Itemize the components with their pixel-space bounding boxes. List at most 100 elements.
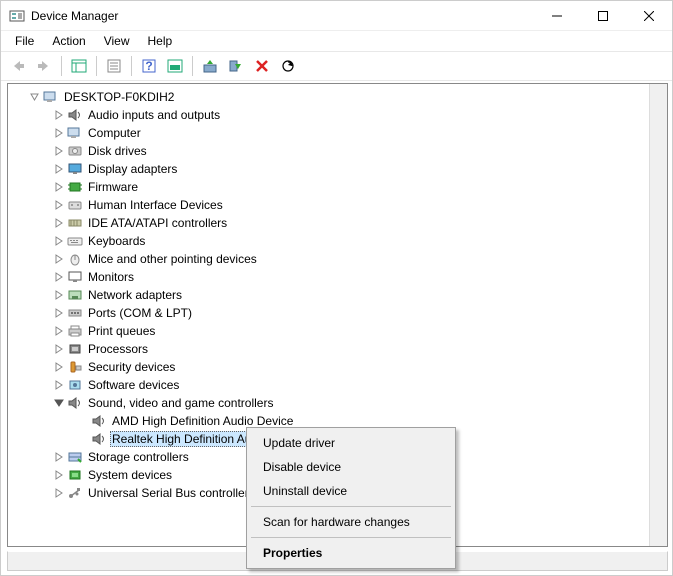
menu-file[interactable]: File: [7, 32, 42, 50]
tree-category[interactable]: Network adapters: [12, 286, 667, 304]
ctx-scan-hardware[interactable]: Scan for hardware changes: [249, 510, 453, 534]
cpu-icon: [66, 341, 84, 357]
hid-icon: [66, 197, 84, 213]
show-hide-icon[interactable]: [67, 54, 91, 78]
tree-category[interactable]: Software devices: [12, 376, 667, 394]
port-icon: [66, 305, 84, 321]
printer-icon: [66, 323, 84, 339]
close-button[interactable]: [626, 1, 672, 31]
forward-button[interactable]: [32, 54, 56, 78]
tree-category[interactable]: Disk drives: [12, 142, 667, 160]
tree-category-sound[interactable]: Sound, video and game controllers: [12, 394, 667, 412]
expand-icon[interactable]: [52, 450, 66, 464]
tree-category[interactable]: Audio inputs and outputs: [12, 106, 667, 124]
window-title: Device Manager: [31, 9, 534, 23]
expand-icon[interactable]: [52, 162, 66, 176]
expand-icon[interactable]: [52, 306, 66, 320]
software-icon: [66, 377, 84, 393]
expand-icon[interactable]: [52, 342, 66, 356]
tree-category[interactable]: Security devices: [12, 358, 667, 376]
tree-category[interactable]: Ports (COM & LPT): [12, 304, 667, 322]
tree-label: Display adapters: [86, 162, 179, 176]
network-icon: [66, 287, 84, 303]
ctx-uninstall-device[interactable]: Uninstall device: [249, 479, 453, 503]
system-icon: [66, 467, 84, 483]
expand-icon[interactable]: [52, 234, 66, 248]
scan-hardware-icon[interactable]: [276, 54, 300, 78]
tree-category[interactable]: Monitors: [12, 268, 667, 286]
device-manager-icon: [9, 8, 25, 24]
tree-label: Sound, video and game controllers: [86, 396, 275, 410]
tree-category[interactable]: IDE ATA/ATAPI controllers: [12, 214, 667, 232]
titlebar: Device Manager: [1, 1, 672, 31]
expand-icon[interactable]: [52, 252, 66, 266]
security-icon: [66, 359, 84, 375]
maximize-button[interactable]: [580, 1, 626, 31]
tree-label: Audio inputs and outputs: [86, 108, 222, 122]
expand-icon[interactable]: [52, 126, 66, 140]
tree-label: Processors: [86, 342, 150, 356]
minimize-button[interactable]: [534, 1, 580, 31]
tree-category[interactable]: Display adapters: [12, 160, 667, 178]
tree-label: Disk drives: [86, 144, 149, 158]
disk-icon: [66, 143, 84, 159]
tree-label: System devices: [86, 468, 174, 482]
expand-icon[interactable]: [52, 270, 66, 284]
ctx-separator: [251, 537, 451, 538]
expand-icon[interactable]: [52, 288, 66, 302]
tree-label: AMD High Definition Audio Device: [110, 414, 295, 428]
expand-icon[interactable]: [52, 198, 66, 212]
tree-label: Universal Serial Bus controllers: [86, 486, 257, 500]
expand-icon[interactable]: [52, 468, 66, 482]
update-driver-icon[interactable]: [198, 54, 222, 78]
help-icon[interactable]: ?: [137, 54, 161, 78]
tree-category[interactable]: Print queues: [12, 322, 667, 340]
expand-icon[interactable]: [52, 144, 66, 158]
keyboard-icon: [66, 233, 84, 249]
ctx-properties[interactable]: Properties: [249, 541, 453, 565]
expand-icon[interactable]: [52, 180, 66, 194]
expand-icon[interactable]: [52, 324, 66, 338]
tree-category[interactable]: Computer: [12, 124, 667, 142]
expand-icon[interactable]: [52, 360, 66, 374]
tree-label: Storage controllers: [86, 450, 191, 464]
chip-icon: [66, 179, 84, 195]
tree-label: IDE ATA/ATAPI controllers: [86, 216, 229, 230]
uninstall-device-icon[interactable]: [250, 54, 274, 78]
expand-icon[interactable]: [52, 486, 66, 500]
tree-root[interactable]: DESKTOP-F0KDIH2: [12, 88, 667, 106]
tree-label: Firmware: [86, 180, 140, 194]
tree-category[interactable]: Processors: [12, 340, 667, 358]
menu-help[interactable]: Help: [140, 32, 181, 50]
back-button[interactable]: [6, 54, 30, 78]
ctx-disable-device[interactable]: Disable device: [249, 455, 453, 479]
computer-icon: [66, 125, 84, 141]
speaker-icon: [90, 431, 108, 447]
display-icon: [66, 161, 84, 177]
tree-category[interactable]: Mice and other pointing devices: [12, 250, 667, 268]
speaker-icon: [66, 107, 84, 123]
speaker-icon: [90, 413, 108, 429]
tree-category[interactable]: Keyboards: [12, 232, 667, 250]
expand-icon[interactable]: [52, 216, 66, 230]
tree-category[interactable]: Human Interface Devices: [12, 196, 667, 214]
ide-icon: [66, 215, 84, 231]
menu-action[interactable]: Action: [44, 32, 93, 50]
expand-icon[interactable]: [52, 108, 66, 122]
action-icon[interactable]: [163, 54, 187, 78]
monitor-icon: [66, 269, 84, 285]
tree-label: Human Interface Devices: [86, 198, 225, 212]
mouse-icon: [66, 251, 84, 267]
tree-label: Print queues: [86, 324, 157, 338]
usb-icon: [66, 485, 84, 501]
ctx-update-driver[interactable]: Update driver: [249, 431, 453, 455]
expand-icon[interactable]: [52, 378, 66, 392]
tree-label: Security devices: [86, 360, 177, 374]
disable-device-icon[interactable]: [224, 54, 248, 78]
collapse-icon[interactable]: [52, 396, 66, 410]
properties-icon[interactable]: [102, 54, 126, 78]
menu-view[interactable]: View: [96, 32, 138, 50]
tree-category[interactable]: Firmware: [12, 178, 667, 196]
tree-label: Computer: [86, 126, 143, 140]
collapse-icon[interactable]: [28, 90, 42, 104]
